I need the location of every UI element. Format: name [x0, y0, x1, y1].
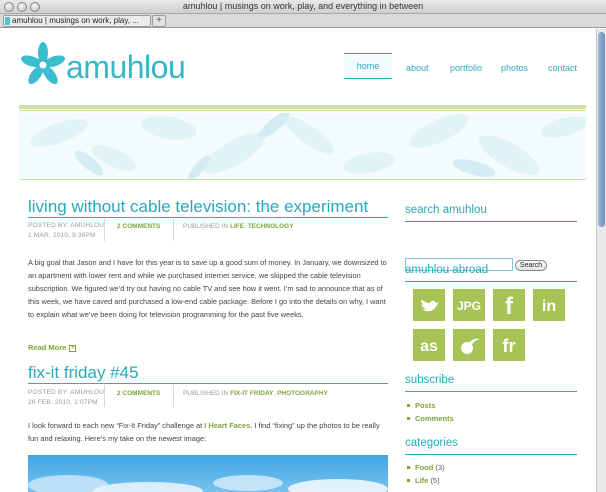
post-categories: PUBLISHED IN LIFE, TECHNOLOGY — [183, 223, 294, 230]
header-divider — [19, 105, 586, 109]
post-image — [28, 455, 388, 492]
post-author: POSTED BY: AMUHLOU — [28, 222, 105, 229]
twitter-icon[interactable] — [413, 289, 445, 321]
banner-divider — [19, 179, 586, 180]
svg-text:fr: fr — [503, 336, 516, 356]
category-link[interactable]: FIX-IT FRIDAY — [230, 390, 273, 397]
excerpt-text: I look forward to each new “Fix-It Frida… — [28, 421, 205, 430]
i-heart-faces-link[interactable]: I Heart Faces — [204, 421, 250, 430]
section-underline — [405, 454, 577, 455]
published-in-label: PUBLISHED IN — [183, 390, 229, 397]
category-life-link[interactable]: Life — [415, 476, 428, 485]
svg-text:JPG: JPG — [457, 299, 481, 313]
category-link[interactable]: TECHNOLOGY — [248, 223, 294, 230]
abroad-heading: amuhlou abroad — [405, 264, 489, 276]
categories-heading: categories — [405, 437, 459, 449]
tab-bar: amuhlou | musings on work, play, ... + — [0, 14, 606, 28]
linkedin-icon[interactable]: in — [533, 289, 565, 321]
search-heading: search amuhlou — [405, 204, 487, 216]
post-comments-link[interactable]: 2 COMMENTS — [117, 223, 160, 230]
nav-photos[interactable]: photos — [501, 63, 528, 73]
meta-divider — [104, 219, 105, 241]
svg-text:in: in — [542, 298, 556, 315]
search-button[interactable]: Search — [515, 260, 547, 271]
list-item: Life (5) — [405, 474, 445, 487]
svg-text:f: f — [505, 293, 514, 320]
svg-text:as: as — [420, 338, 438, 355]
plus-icon: + — [69, 344, 77, 352]
post-date: 26 FEB, 2010, 1:07PM — [28, 399, 98, 406]
header-divider-thin — [19, 110, 586, 111]
scrollbar-thumb[interactable] — [598, 32, 605, 227]
post-comments-link[interactable]: 2 COMMENTS — [117, 390, 160, 397]
lastfm-icon[interactable]: as — [413, 329, 445, 361]
browser-tab[interactable]: amuhlou | musings on work, play, ... — [3, 15, 151, 27]
ember-icon[interactable] — [453, 329, 485, 361]
category-link[interactable]: LIFE — [230, 223, 244, 230]
window-title: amuhlou | musings on work, play, and eve… — [182, 1, 424, 11]
post-excerpt: A big goal that Jason and I have for thi… — [28, 258, 387, 319]
nav-contact[interactable]: contact — [548, 63, 577, 73]
meta-divider — [173, 219, 174, 241]
section-underline — [405, 391, 577, 392]
favicon-icon — [5, 17, 10, 25]
web-page: amuhlou home about portfolio photos cont… — [0, 29, 596, 492]
tab-label: amuhlou | musings on work, play, ... — [12, 16, 139, 25]
nav-portfolio[interactable]: portfolio — [450, 63, 482, 73]
categories-list: Food (3) Life (5) — [405, 461, 445, 487]
published-in-label: PUBLISHED IN — [183, 223, 229, 230]
logo-flower-icon[interactable] — [19, 41, 67, 89]
category-count: (5) — [430, 476, 440, 485]
section-underline — [405, 221, 577, 222]
title-bar: amuhlou | musings on work, play, and eve… — [0, 0, 606, 14]
post-categories: PUBLISHED IN FIX-IT FRIDAY, PHOTOGRAPHY — [183, 390, 328, 397]
read-more-label: Read More — [28, 343, 67, 352]
meta-divider — [104, 385, 105, 407]
post-author: POSTED BY: AMUHLOU — [28, 389, 105, 396]
post-date: 1 MAR, 2010, 9:38PM — [28, 232, 96, 239]
vertical-scrollbar[interactable] — [596, 29, 606, 492]
floral-banner — [19, 113, 586, 179]
post-title-underline — [28, 383, 388, 384]
list-item: Food (3) — [405, 461, 445, 474]
nav-about[interactable]: about — [406, 63, 429, 73]
new-tab-button[interactable]: + — [152, 15, 166, 27]
nav-home[interactable]: home — [344, 53, 392, 79]
post-title-underline — [28, 217, 388, 218]
list-item: Posts — [405, 399, 454, 412]
browser-window: amuhlou | musings on work, play, and eve… — [0, 0, 606, 492]
section-underline — [405, 281, 577, 282]
subscribe-list: Posts Comments — [405, 399, 454, 425]
facebook-icon[interactable]: f — [493, 289, 525, 321]
read-more-link[interactable]: Read More + — [28, 343, 77, 352]
friendfeed-icon[interactable]: fr — [493, 329, 525, 361]
post-excerpt: I look forward to each new “Fix-It Frida… — [28, 419, 388, 445]
category-count: (3) — [435, 463, 445, 472]
jpg-icon[interactable]: JPG — [453, 289, 485, 321]
list-item: Comments — [405, 412, 454, 425]
post-title[interactable]: fix-it friday #45 — [28, 363, 139, 383]
site-logo-text[interactable]: amuhlou — [66, 49, 186, 85]
category-food-link[interactable]: Food — [415, 463, 433, 472]
category-link[interactable]: PHOTOGRAPHY — [277, 390, 328, 397]
subscribe-heading: subscribe — [405, 374, 455, 386]
post-title[interactable]: living without cable television: the exp… — [28, 197, 368, 217]
subscribe-comments-link[interactable]: Comments — [415, 414, 454, 423]
subscribe-posts-link[interactable]: Posts — [415, 401, 435, 410]
meta-divider — [173, 385, 174, 407]
